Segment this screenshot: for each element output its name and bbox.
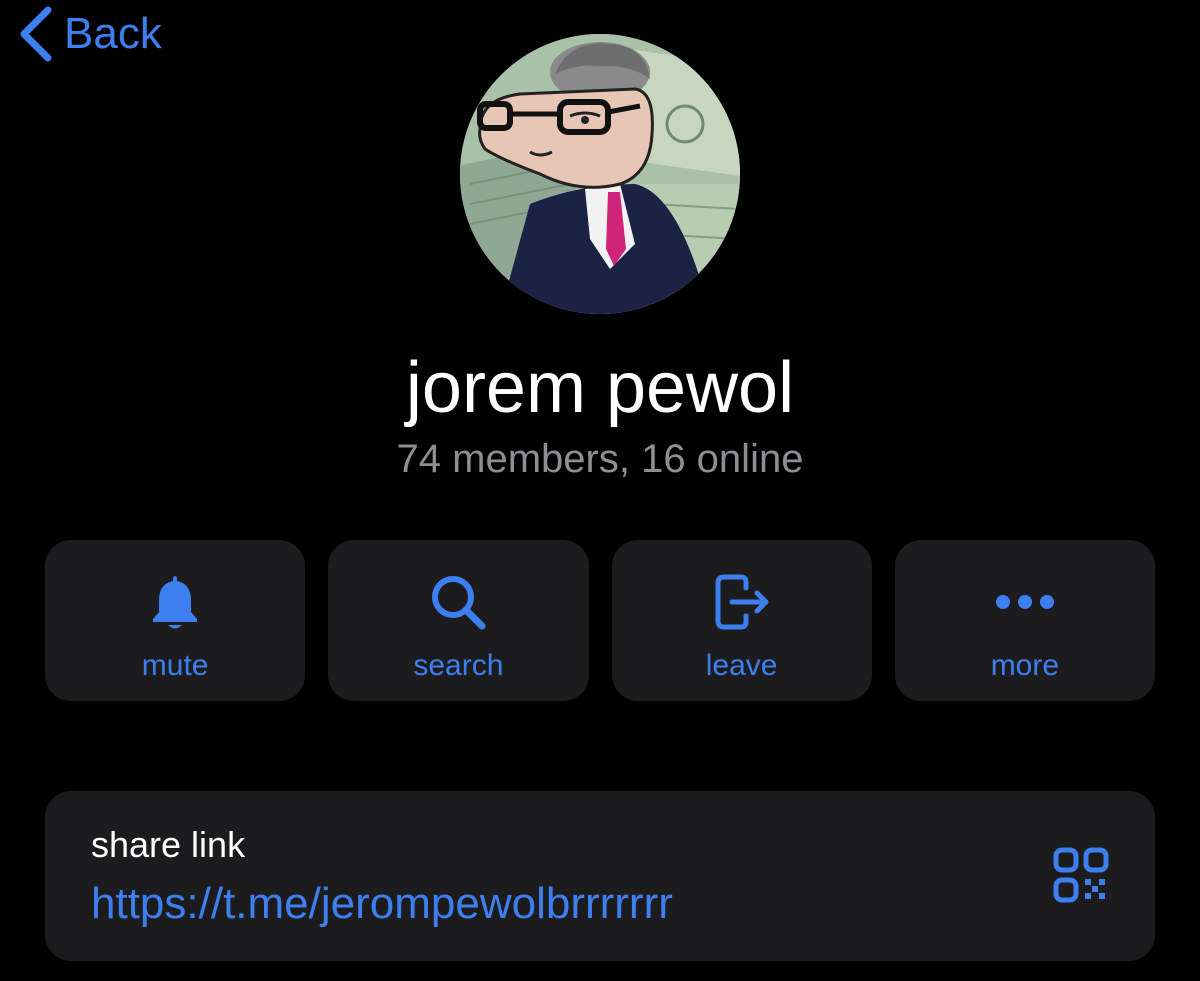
more-button[interactable]: more (894, 540, 1155, 701)
share-link-title: share link (91, 824, 246, 865)
search-button[interactable]: search (328, 540, 589, 701)
more-label: more (990, 649, 1060, 682)
back-button[interactable]: Back (18, 4, 162, 64)
more-icon (993, 570, 1057, 634)
member-count: 74 members, 16 online (396, 437, 804, 481)
action-row: mute search leave more (45, 540, 1155, 701)
search-icon (426, 570, 490, 634)
leave-button[interactable]: leave (611, 540, 872, 701)
qr-code-icon[interactable] (1053, 847, 1109, 903)
share-link-card[interactable]: share link https://t.me/jerompewolbrrrrr… (45, 791, 1155, 961)
search-label: search (413, 649, 504, 682)
share-link-url[interactable]: https://t.me/jerompewolbrrrrrrr (91, 877, 673, 931)
leave-icon (710, 570, 774, 634)
group-name: jorem pewol (405, 348, 795, 428)
mute-label: mute (141, 649, 209, 682)
bell-icon (143, 570, 207, 634)
mute-button[interactable]: mute (45, 540, 306, 701)
avatar-image (460, 34, 740, 314)
chevron-left-icon (20, 6, 52, 62)
back-label: Back (64, 9, 162, 58)
leave-label: leave (705, 649, 778, 682)
group-avatar[interactable] (460, 34, 740, 314)
